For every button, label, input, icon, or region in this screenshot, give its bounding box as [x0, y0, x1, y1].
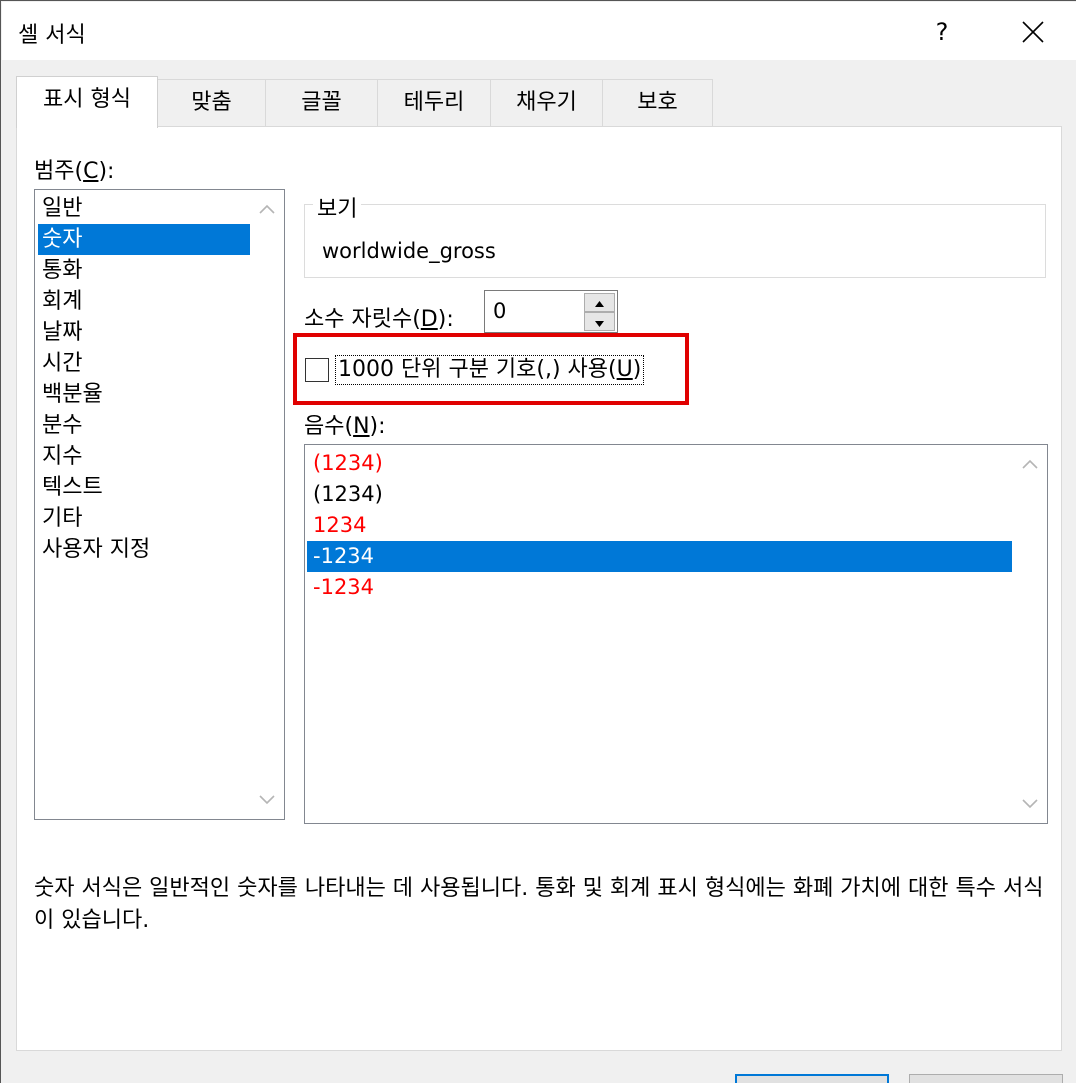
- chevron-up-icon[interactable]: [258, 202, 276, 216]
- decimal-places-label: 소수 자릿수(D):: [304, 307, 454, 332]
- dialog-title: 셀 서식: [18, 23, 86, 48]
- title-bar: 셀 서식 ?: [2, 2, 1076, 60]
- tab-label: 채우기: [516, 90, 577, 115]
- negative-numbers-listbox[interactable]: (1234) (1234) 1234 -1234 -1234: [304, 444, 1048, 824]
- triangle-up-icon: [595, 301, 604, 307]
- tab-border[interactable]: 테두리: [377, 79, 491, 127]
- category-scrollbar[interactable]: [250, 190, 284, 819]
- category-item[interactable]: 일반: [38, 193, 250, 224]
- preview-value: worldwide_gross: [322, 239, 496, 263]
- thousands-separator-checkbox[interactable]: [305, 358, 329, 382]
- tab-alignment[interactable]: 맞춤: [157, 79, 266, 127]
- chevron-up-icon[interactable]: [1021, 457, 1039, 471]
- category-item[interactable]: 날짜: [38, 317, 250, 348]
- negative-scrollbar[interactable]: [1013, 445, 1047, 823]
- triangle-down-icon: [595, 321, 604, 327]
- category-item[interactable]: 지수: [38, 441, 250, 472]
- ok-button[interactable]: [735, 1074, 889, 1083]
- category-item[interactable]: 사용자 지정: [38, 534, 250, 565]
- help-icon: ?: [935, 18, 949, 46]
- category-item[interactable]: 백분율: [38, 379, 250, 410]
- close-icon: [1022, 21, 1044, 43]
- category-item[interactable]: 기타: [38, 503, 250, 534]
- category-label: 범주(C):: [34, 159, 115, 184]
- thousands-separator-label[interactable]: 1000 단위 구분 기호(,) 사용(U): [335, 355, 645, 385]
- category-item[interactable]: 텍스트: [38, 472, 250, 503]
- help-button[interactable]: ?: [920, 10, 964, 54]
- negative-format-item[interactable]: 1234: [307, 510, 1012, 541]
- category-item[interactable]: 회계: [38, 286, 250, 317]
- tab-label: 맞춤: [191, 90, 232, 115]
- decimal-places-stepper[interactable]: 0: [484, 290, 618, 333]
- cancel-button[interactable]: [909, 1074, 1063, 1083]
- negative-numbers-label: 음수(N):: [304, 414, 386, 439]
- negative-format-item[interactable]: (1234): [307, 448, 1012, 479]
- tab-fill[interactable]: 채우기: [490, 79, 603, 127]
- decimal-places-value[interactable]: 0: [493, 299, 506, 323]
- negative-format-item-selected[interactable]: -1234: [307, 541, 1012, 572]
- tab-label: 표시 형식: [43, 87, 131, 112]
- category-description: 숫자 서식은 일반적인 숫자를 나타내는 데 사용됩니다. 통화 및 회계 표시…: [34, 876, 1044, 933]
- tab-strip: 표시 형식 맞춤 글꼴 테두리 채우기 보호: [1, 76, 1076, 128]
- negative-format-item[interactable]: -1234: [307, 572, 1012, 603]
- category-item-selected[interactable]: 숫자: [38, 224, 250, 255]
- category-listbox[interactable]: 일반 숫자 통화 회계 날짜 시간 백분율 분수 지수 텍스트 기타 사용자 지…: [34, 189, 285, 820]
- tab-number-format[interactable]: 표시 형식: [16, 76, 158, 128]
- increment-button[interactable]: [584, 293, 615, 312]
- decrement-button[interactable]: [584, 312, 615, 331]
- format-cells-dialog: 셀 서식 ? 표시 형식 맞춤 글꼴 테두리 채우기 보호 범주(C): 일반 …: [0, 0, 1076, 1083]
- tab-label: 글꼴: [301, 90, 342, 115]
- negative-format-item[interactable]: (1234): [307, 479, 1012, 510]
- category-item[interactable]: 시간: [38, 348, 250, 379]
- tab-label: 테두리: [403, 90, 465, 115]
- tab-font[interactable]: 글꼴: [265, 79, 378, 127]
- chevron-down-icon[interactable]: [1021, 797, 1039, 811]
- category-item[interactable]: 분수: [38, 410, 250, 441]
- tab-protection[interactable]: 보호: [602, 79, 713, 127]
- tab-label: 보호: [637, 90, 678, 115]
- category-item[interactable]: 통화: [38, 255, 250, 286]
- chevron-down-icon[interactable]: [258, 793, 276, 807]
- close-button[interactable]: [1010, 10, 1056, 54]
- preview-legend: 보기: [313, 191, 362, 223]
